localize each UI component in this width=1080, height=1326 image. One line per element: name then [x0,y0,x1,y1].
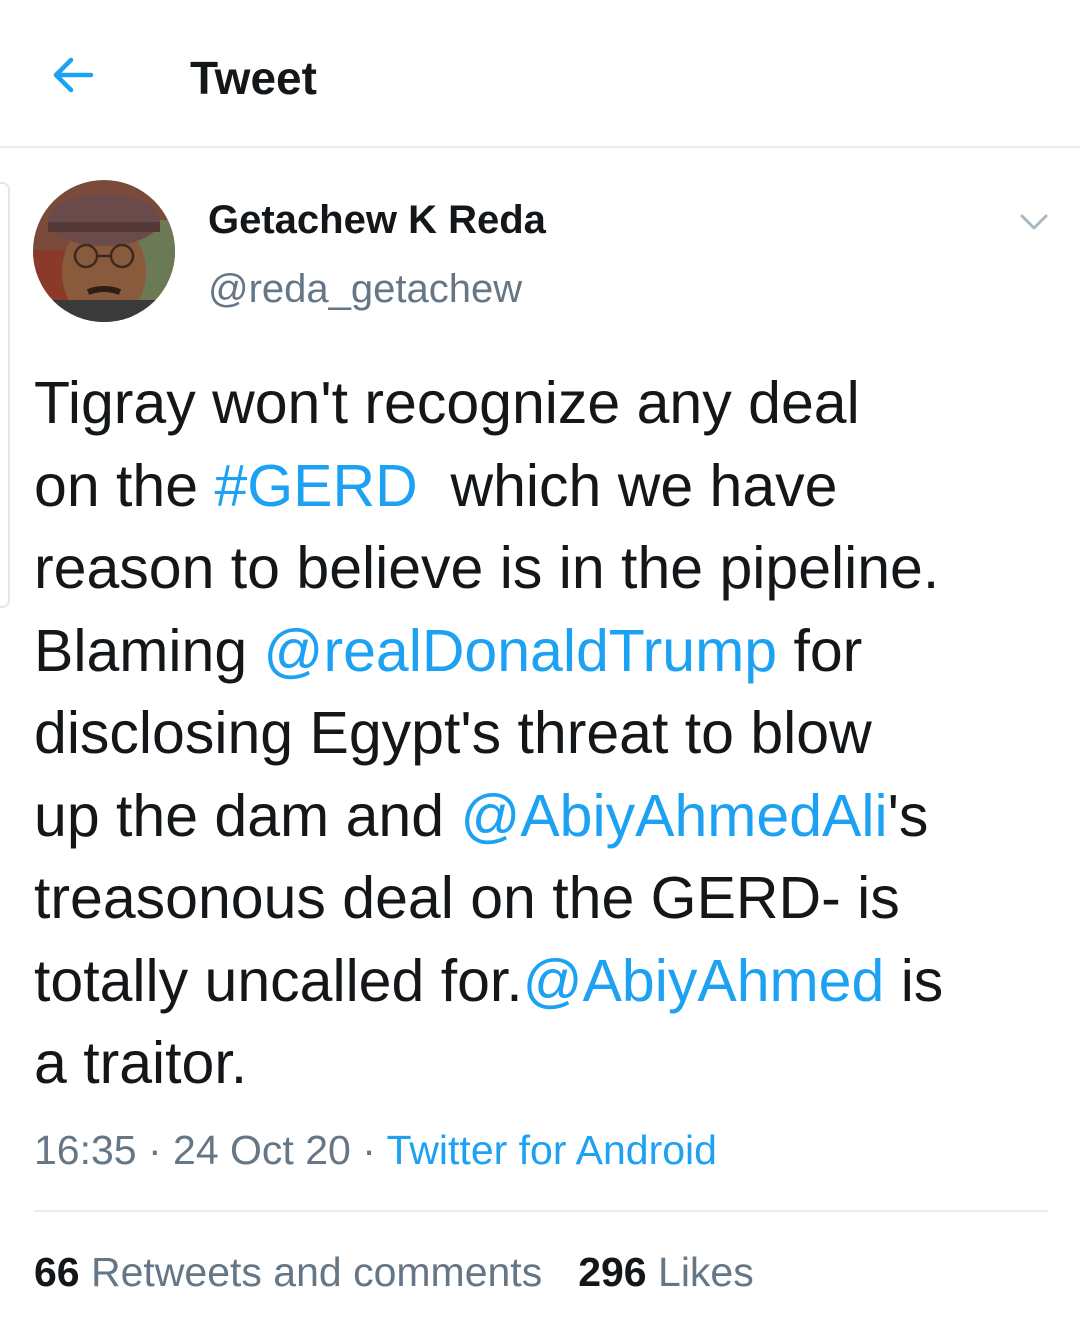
retweets-label: Retweets and comments [79,1249,543,1295]
back-button[interactable] [44,46,102,104]
tweet-text-segment: treasonous deal on the GERD- is [34,865,900,931]
mention-link[interactable]: @realDonaldTrump [264,618,778,684]
meta-separator: · [136,1127,174,1173]
page-title: Tweet [190,52,317,104]
tweet-text-segment: on the [34,452,215,519]
hashtag-link[interactable]: #GERD [214,453,417,519]
tweet-text-segment: Tigray won't recognize any deal [34,370,860,436]
tweet-text-line: on the #GERD which we have [34,445,1064,528]
tweet-text-segment: up the dam and [34,782,461,849]
tweet-text-line: up the dam and @AbiyAhmedAli's [34,775,1064,858]
likes-label: Likes [646,1249,754,1295]
tweet-text-line: Blaming @realDonaldTrump for [34,610,1064,693]
tweet-text-line: disclosing Egypt's threat to blow [34,692,1064,775]
tweet-time: 16:35 [34,1127,137,1173]
likes-count: 296 [578,1249,647,1295]
tweet-date: 24 Oct 20 [173,1127,351,1173]
tweet-text-segment: is [884,947,944,1014]
top-app-bar: Tweet [0,0,1080,148]
tweet-stats: 66 Retweets and comments 296 Likes [34,1246,754,1298]
likes-stat[interactable]: 296 Likes [578,1246,754,1298]
scroll-indicator [0,182,10,608]
tweet-text-segment: a traitor. [34,1030,248,1096]
tweet-text-segment: 's [887,782,929,849]
tweet-text-segment: disclosing Egypt's threat to blow [34,700,872,766]
tweet-text-segment: for [777,617,863,684]
divider [34,1210,1048,1212]
avatar[interactable] [33,180,175,322]
author-display-name[interactable]: Getachew K Reda [208,196,546,244]
tweet-meta: 16:35 · 24 Oct 20 · Twitter for Android [34,1124,717,1176]
tweet-text-line: reason to believe is in the pipeline. [34,527,1064,610]
tweet-text: Tigray won't recognize any deal on the #G… [34,362,1064,1105]
tweet-text-segment: Blaming [34,617,264,684]
tweet-text-segment: totally uncalled for. [34,947,523,1014]
author-handle[interactable]: @reda_getachew [208,265,522,313]
more-options-button[interactable] [1012,204,1056,240]
tweet-text-line: totally uncalled for.@AbiyAhmed is [34,940,1064,1023]
tweet-text-segment: which we have [417,452,838,519]
retweets-count: 66 [34,1249,80,1295]
retweets-stat[interactable]: 66 Retweets and comments [34,1246,542,1298]
mention-link[interactable]: @AbiyAhmed [523,948,885,1014]
mention-link[interactable]: @AbiyAhmedAli [460,783,887,849]
chevron-down-icon [1020,214,1048,230]
tweet-source-link[interactable]: Twitter for Android [387,1127,717,1173]
arrow-left-icon [53,57,94,93]
tweet-text-line: Tigray won't recognize any deal [34,362,1064,445]
meta-separator: · [350,1127,387,1173]
tweet-text-line: treasonous deal on the GERD- is [34,857,1064,940]
tweet-text-segment: reason to believe is in the pipeline. [34,535,940,601]
avatar-photo [33,180,175,322]
tweet-text-line: a traitor. [34,1022,1064,1105]
